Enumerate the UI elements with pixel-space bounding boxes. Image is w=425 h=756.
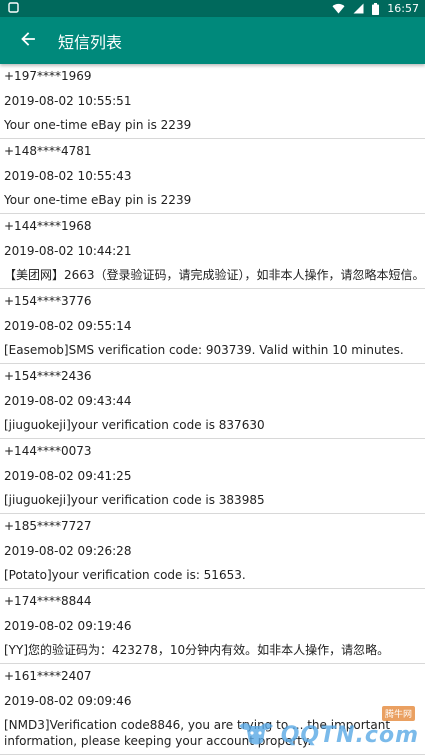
- list-item[interactable]: +174****8844 2019-08-02 09:19:46 [YY]您的验…: [0, 589, 425, 664]
- message-sender: +144****1968: [4, 219, 92, 233]
- message-time: 2019-08-02 10:55:43: [4, 168, 132, 183]
- message-list: +197****1969 2019-08-02 10:55:51 Your on…: [0, 64, 425, 755]
- message-body: Your one-time eBay pin is 2239: [4, 118, 192, 132]
- app-bar: 短信列表: [0, 17, 425, 64]
- list-item[interactable]: +154****2436 2019-08-02 09:43:44 [jiuguo…: [0, 364, 425, 439]
- signal-icon: [353, 3, 364, 14]
- list-item[interactable]: +144****1968 2019-08-02 10:44:21 【美团网】26…: [0, 214, 425, 289]
- message-time: 2019-08-02 10:44:21: [4, 243, 132, 258]
- status-time: 16:57: [387, 2, 419, 15]
- message-time: 2019-08-02 09:26:28: [4, 543, 132, 558]
- battery-icon: [372, 2, 380, 15]
- message-body: Your one-time eBay pin is 2239: [4, 193, 192, 207]
- message-body: [YY]您的验证码为：423278，10分钟内有效。如非本人操作，请忽略。: [4, 643, 390, 657]
- message-time: 2019-08-02 09:19:46: [4, 618, 132, 633]
- message-sender: +144****0073: [4, 444, 92, 458]
- back-button[interactable]: [0, 17, 56, 64]
- message-time: 2019-08-02 09:41:25: [4, 468, 132, 483]
- arrow-back-icon: [21, 31, 35, 50]
- message-sender: +197****1969: [4, 69, 92, 83]
- list-item[interactable]: +154****3776 2019-08-02 09:55:14 [Easemo…: [0, 289, 425, 364]
- list-item[interactable]: +144****0073 2019-08-02 09:41:25 [jiuguo…: [0, 439, 425, 514]
- status-bar: 16:57: [0, 0, 425, 17]
- message-time: 2019-08-02 09:43:44: [4, 393, 132, 408]
- list-item[interactable]: +148****4781 2019-08-02 10:55:43 Your on…: [0, 139, 425, 214]
- message-body: [jiuguokeji]your verification code is 83…: [4, 418, 265, 432]
- page-title: 短信列表: [58, 32, 123, 52]
- message-sender: +185****7727: [4, 519, 92, 533]
- message-sender: +154****3776: [4, 294, 92, 308]
- message-sender: +174****8844: [4, 594, 92, 608]
- message-body: 【美团网】2663（登录验证码，请完成验证），如非本人操作，请忽略本短信。: [4, 268, 425, 282]
- message-body: [Potato]your verification code is: 51653…: [4, 568, 246, 582]
- message-time: 2019-08-02 09:55:14: [4, 318, 132, 333]
- message-body: [Easemob]SMS verification code: 903739. …: [4, 343, 404, 357]
- message-body: [jiuguokeji]your verification code is 38…: [4, 493, 265, 507]
- list-item[interactable]: +161****2407 2019-08-02 09:09:46 [NMD3]V…: [0, 664, 425, 755]
- message-time: 2019-08-02 10:55:51: [4, 93, 132, 108]
- message-body: [NMD3]Verification code8846, you are try…: [4, 718, 391, 748]
- list-item[interactable]: +197****1969 2019-08-02 10:55:51 Your on…: [0, 64, 425, 139]
- message-sender: +154****2436: [4, 369, 92, 383]
- message-sender: +161****2407: [4, 669, 92, 683]
- list-item[interactable]: +185****7727 2019-08-02 09:26:28 [Potato…: [0, 514, 425, 589]
- message-sender: +148****4781: [4, 144, 92, 158]
- notification-icon: [8, 1, 19, 16]
- message-time: 2019-08-02 09:09:46: [4, 693, 132, 708]
- wifi-icon: [332, 3, 345, 14]
